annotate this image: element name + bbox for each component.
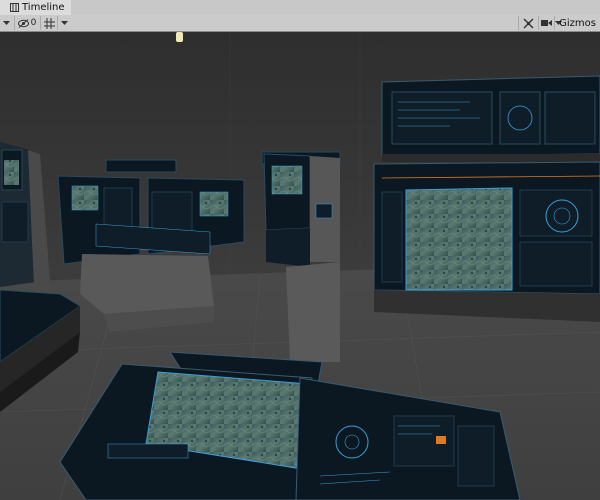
visibility-icon (17, 18, 29, 28)
wall-display-main (373, 161, 600, 322)
tab-title: Timeline (22, 2, 65, 13)
grid-icon (43, 17, 55, 29)
dropdown-arrow-icon (60, 20, 68, 25)
dropdown-arrow-icon (2, 20, 10, 25)
gizmos-button[interactable]: Gizmos (554, 16, 600, 30)
wall-display-upper (381, 75, 600, 162)
tab-timeline[interactable]: Timeline (0, 0, 71, 15)
view-mode-dropdown[interactable] (0, 16, 12, 30)
camera-icon (540, 20, 552, 26)
scene-view-window: Timeline 0 Gizmos (0, 0, 600, 500)
tools-icon (523, 18, 533, 28)
tab-bar: Timeline (0, 0, 600, 16)
hidden-count: 0 (30, 18, 37, 28)
gizmos-label: Gizmos (559, 17, 596, 29)
scene-viewport[interactable] (0, 32, 600, 500)
tools-toggle[interactable] (518, 16, 537, 30)
grid-dropdown[interactable] (57, 16, 70, 30)
ceiling-light (176, 32, 183, 42)
camera-settings-button[interactable] (538, 16, 553, 30)
grid-toggle[interactable] (40, 16, 57, 30)
timeline-icon (10, 3, 19, 12)
scene-toolbar: 0 Gizmos (0, 15, 600, 32)
hidden-objects-toggle[interactable]: 0 (14, 16, 39, 30)
scene-render (0, 32, 600, 500)
